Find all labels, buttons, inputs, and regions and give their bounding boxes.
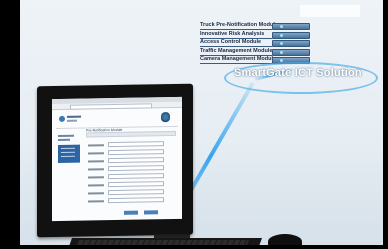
- logo-wordmark: [67, 115, 81, 118]
- address-bar[interactable]: [70, 103, 152, 110]
- tab-strip[interactable]: [86, 130, 176, 138]
- module-row: Traffic Management Module: [200, 47, 310, 56]
- server-led-icon: [280, 42, 283, 45]
- monitor-screen: Pre-Notification Module: [52, 96, 182, 222]
- form-field[interactable]: [108, 197, 164, 204]
- sidebar-text: [58, 138, 70, 141]
- crest-icon: [161, 112, 170, 123]
- module-label: Innovative Risk Analysis: [200, 30, 265, 37]
- form-label: [88, 200, 104, 202]
- form-field[interactable]: [108, 149, 164, 156]
- logo-subtitle: [67, 119, 77, 122]
- submit-button[interactable]: [124, 210, 138, 215]
- form-label: [88, 144, 104, 146]
- scene-illustration: Truck Pre-Notification Module Innovative…: [0, 0, 388, 249]
- form-label: [88, 152, 104, 154]
- server-slot: [272, 23, 310, 30]
- server-led-icon: [280, 50, 283, 54]
- frame-border-bottom: [0, 245, 388, 249]
- solution-label: SmartGate ICT Solution: [234, 67, 362, 79]
- module-row: Innovative Risk Analysis: [200, 30, 310, 39]
- background-highlight: [300, 5, 360, 17]
- server-led-icon: [280, 33, 283, 37]
- form-label: [88, 176, 104, 178]
- frame-border-left: [0, 0, 20, 249]
- form-label: [88, 168, 104, 170]
- module-row: Truck Pre-Notification Module: [200, 22, 310, 30]
- server-slot: [272, 48, 310, 56]
- server-slot: [272, 40, 310, 47]
- form-field[interactable]: [108, 189, 164, 196]
- module-label: Traffic Management Module: [200, 47, 273, 54]
- logo-icon: [59, 115, 65, 122]
- module-label: Truck Pre-Notification Module: [200, 22, 278, 28]
- module-label: Camera Management Module: [200, 56, 277, 62]
- form-field[interactable]: [108, 173, 164, 180]
- server-slot: [272, 31, 310, 39]
- form-field[interactable]: [108, 157, 164, 164]
- form-label: [88, 184, 104, 186]
- form-label: [88, 160, 104, 162]
- sidebar-text: [58, 134, 74, 137]
- monitor: Pre-Notification Module: [37, 83, 193, 238]
- form-field[interactable]: [108, 181, 164, 188]
- cancel-button[interactable]: [144, 210, 158, 215]
- module-stack: Truck Pre-Notification Module Innovative…: [200, 22, 310, 66]
- server-led-icon: [280, 25, 283, 28]
- module-row: Access Control Module: [200, 39, 310, 47]
- form-field[interactable]: [108, 165, 164, 172]
- frame-border-right: [383, 0, 388, 249]
- module-label: Access Control Module: [200, 39, 262, 45]
- form-label: [88, 192, 104, 194]
- form-field[interactable]: [108, 141, 164, 148]
